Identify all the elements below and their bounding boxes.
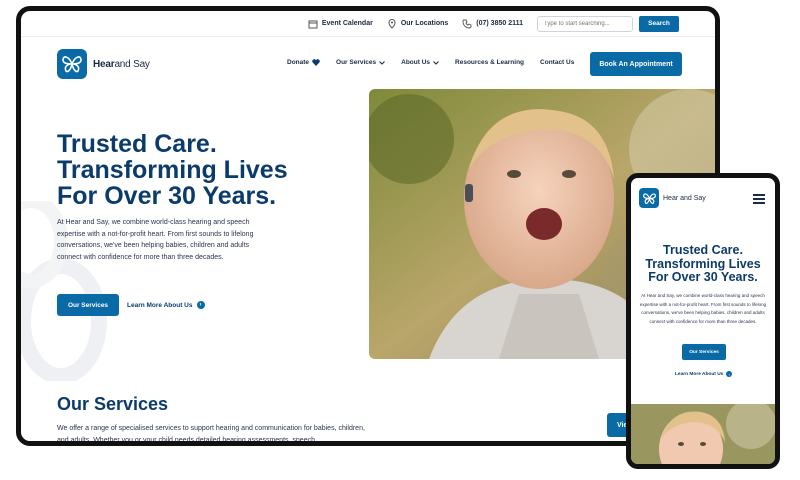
services-description: We offer a range of specialised services…: [57, 425, 365, 444]
mockup-stage: Event Calendar Our Locations (07) 3850 2…: [0, 0, 800, 480]
event-calendar-label: Event Calendar: [321, 20, 373, 27]
event-calendar-link[interactable]: Event Calendar: [308, 19, 373, 29]
learn-more-link[interactable]: Learn More About Us ›: [127, 301, 205, 309]
our-locations-link[interactable]: Our Locations: [387, 18, 449, 29]
nav-item-about-us[interactable]: About Us: [401, 59, 439, 66]
hero-title: Trusted Care. Transforming Lives For Ove…: [57, 131, 357, 209]
chevron-down-icon: [433, 60, 439, 65]
nav-item-contact[interactable]: Contact Us: [540, 59, 574, 66]
our-services-button[interactable]: Our Services: [57, 294, 119, 316]
main-nav: Hearand Say Donate Our Services About Us…: [21, 47, 715, 83]
chevron-down-icon: [379, 60, 386, 65]
mobile-hero-title-line: For Over 30 Years.: [648, 270, 758, 284]
nav-menu: Donate Our Services About Us Resources &…: [287, 59, 574, 66]
brand-name: Hearand Say: [93, 59, 150, 70]
nav-item-our-services[interactable]: Our Services: [336, 59, 386, 66]
heart-icon: [312, 59, 320, 66]
utility-bar: Event Calendar Our Locations (07) 3850 2…: [21, 11, 715, 37]
nav-item-label: Contact Us: [540, 59, 575, 66]
brand-name-bold: Hear: [93, 58, 115, 70]
hero-title-line: Trusted Care.: [57, 130, 217, 158]
phone-icon: [462, 19, 472, 28]
mobile-brand-name: Hear and Say: [663, 194, 706, 202]
mobile-device-frame: Hear and Say Trusted Care. Transforming …: [626, 173, 780, 469]
book-appointment-button[interactable]: Book An Appointment: [590, 52, 682, 76]
hero-description: At Hear and Say, we combine world-class …: [57, 219, 254, 261]
nav-item-resources[interactable]: Resources & Learning: [455, 59, 524, 66]
search-button[interactable]: Search: [639, 15, 679, 32]
brand-logo[interactable]: Hearand Say: [57, 49, 150, 79]
learn-more-label: Learn More About Us: [127, 301, 193, 309]
mobile-hero-title: Trusted Care. Transforming Lives For Ove…: [631, 243, 775, 285]
mobile-brand-logo[interactable]: Hear and Say: [639, 188, 706, 208]
arrow-right-icon: ›: [196, 301, 205, 309]
nav-item-donate[interactable]: Donate: [287, 59, 320, 66]
hamburger-menu-icon[interactable]: [753, 194, 765, 206]
butterfly-logo-icon: [57, 49, 87, 79]
phone-number: (07) 3850 2111: [476, 20, 523, 27]
nav-item-label: Resources & Learning: [455, 59, 525, 66]
our-locations-label: Our Locations: [400, 20, 449, 27]
hero-title-line: Transforming Lives: [57, 156, 288, 184]
desktop-device-frame: Event Calendar Our Locations (07) 3850 2…: [16, 6, 720, 446]
search-input[interactable]: [537, 15, 633, 32]
brand-name-light: and Say: [114, 58, 150, 70]
arrow-right-icon: ›: [726, 371, 733, 377]
nav-item-label: Donate: [287, 59, 310, 66]
mobile-our-services-button[interactable]: Our Services: [682, 344, 726, 360]
mobile-hero-title-line: Transforming Lives: [645, 256, 761, 271]
nav-item-label: Our Services: [336, 59, 377, 66]
location-pin-icon: [388, 18, 396, 29]
search-group: Search: [537, 15, 679, 32]
services-heading: Our Services: [57, 394, 169, 414]
mobile-hero-description: At Hear and Say, we combine world-class …: [639, 293, 767, 324]
mobile-learn-more-link[interactable]: Learn More About Us ›: [675, 371, 733, 377]
butterfly-logo-icon: [639, 188, 659, 208]
mobile-learn-more-label: Learn More About Us: [675, 371, 724, 377]
mobile-hero-photo: [631, 404, 775, 464]
phone-link[interactable]: (07) 3850 2111: [462, 19, 523, 29]
mobile-hero-title-line: Trusted Care.: [663, 243, 743, 257]
nav-item-label: About Us: [401, 59, 431, 66]
calendar-icon: [308, 20, 318, 28]
hero-title-line: For Over 30 Years.: [57, 182, 277, 210]
